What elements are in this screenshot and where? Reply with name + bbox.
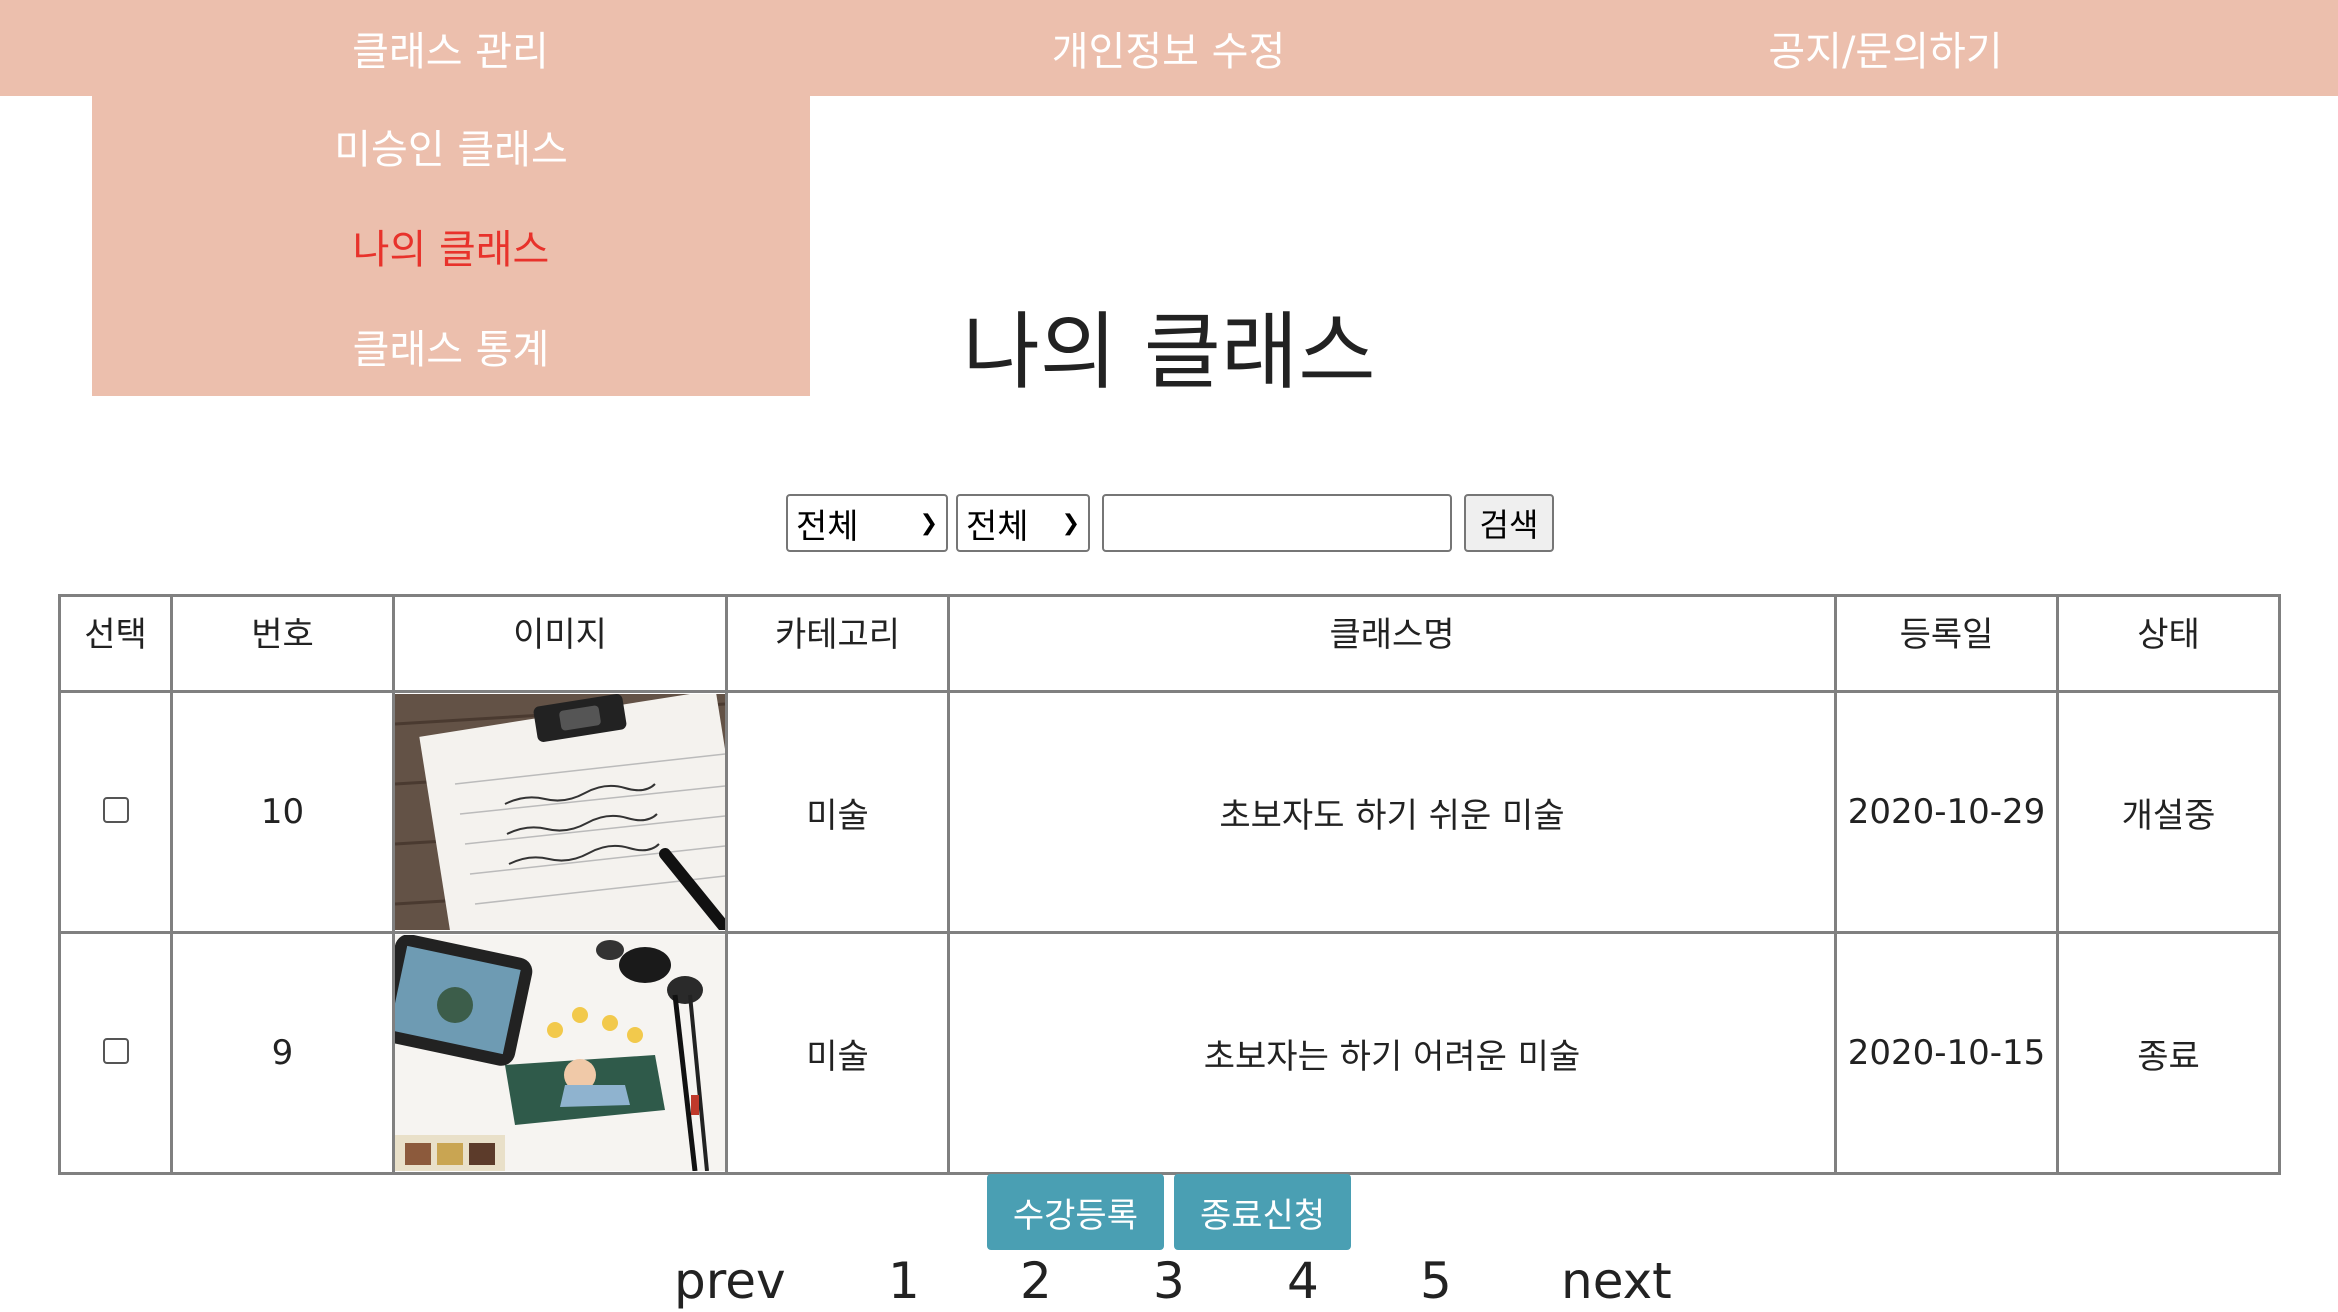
date-cell: 2020-10-15: [1834, 931, 2059, 1175]
search-input[interactable]: [1102, 494, 1452, 552]
table-header-row: 선택 번호 이미지 카테고리 클래스명 등록일 상태: [58, 594, 2281, 693]
header-image: 이미지: [392, 594, 728, 693]
class-name-cell: 초보자는 하기 어려운 미술: [947, 931, 1837, 1175]
pager-page-3[interactable]: 3: [1153, 1252, 1185, 1310]
category-cell: 미술: [725, 931, 950, 1175]
number-cell: 10: [170, 690, 395, 934]
pager-page-2[interactable]: 2: [1020, 1252, 1052, 1310]
filter-select-1[interactable]: 전체 ❯: [786, 494, 948, 552]
filter-select-1-value: 전체: [796, 506, 859, 547]
header-class-name: 클래스명: [947, 594, 1837, 693]
table-row: 9 미술 초보자는 하기 어려운 미술 2020-10-15 종료: [58, 931, 2281, 1175]
close-request-button[interactable]: 종료신청: [1174, 1174, 1352, 1250]
table-row: 10 미술 초보자도 하기 쉬운 미술 2020-10-29 개설중: [58, 690, 2281, 934]
header-status: 상태: [2056, 594, 2281, 693]
category-cell: 미술: [725, 690, 950, 934]
date-cell: 2020-10-29: [1834, 690, 2059, 934]
pager-page-4[interactable]: 4: [1287, 1252, 1319, 1310]
filter-select-2-value: 전체: [966, 506, 1029, 547]
filter-select-2[interactable]: 전체 ❯: [956, 494, 1090, 552]
menu-my-classes[interactable]: 나의 클래스: [92, 196, 810, 296]
pager-prev[interactable]: prev: [674, 1252, 786, 1310]
top-navbar: 클래스 관리 개인정보 수정 공지/문의하기: [0, 0, 2338, 96]
enroll-button[interactable]: 수강등록: [986, 1174, 1164, 1250]
page-title: 나의 클래스: [962, 303, 1376, 401]
pager-page-5[interactable]: 5: [1420, 1252, 1452, 1310]
image-cell: [392, 690, 728, 934]
class-thumbnail-watercolor[interactable]: [395, 935, 725, 1171]
status-cell: 개설중: [2056, 690, 2281, 934]
number-cell: 9: [170, 931, 395, 1175]
chevron-down-icon: ❯: [1061, 510, 1080, 536]
row-checkbox[interactable]: [102, 1038, 129, 1064]
search-button[interactable]: 검색: [1464, 494, 1554, 552]
header-date: 등록일: [1834, 594, 2059, 693]
status-cell: 종료: [2056, 931, 2281, 1175]
chevron-down-icon: ❯: [919, 510, 938, 536]
class-name-cell: 초보자도 하기 쉬운 미술: [947, 690, 1837, 934]
select-cell: [58, 690, 173, 934]
action-buttons: 수강등록 종료신청: [0, 1174, 2338, 1250]
nav-notice-inquiry[interactable]: 공지/문의하기: [1527, 0, 2244, 96]
row-checkbox[interactable]: [102, 797, 129, 823]
class-thumbnail-calligraphy[interactable]: [395, 694, 725, 930]
nav-edit-profile[interactable]: 개인정보 수정: [810, 0, 1527, 96]
search-bar: 전체 ❯ 전체 ❯ 검색: [786, 493, 1554, 553]
class-table: 선택 번호 이미지 카테고리 클래스명 등록일 상태 10 미술 초보자도 하기…: [58, 594, 2281, 1175]
pager-next[interactable]: next: [1561, 1252, 1672, 1310]
pagination: prev 1 2 3 4 5 next: [0, 1252, 2338, 1312]
header-number: 번호: [170, 594, 395, 693]
nav-class-management[interactable]: 클래스 관리: [92, 0, 809, 96]
header-select: 선택: [58, 594, 173, 693]
header-category: 카테고리: [725, 594, 950, 693]
select-cell: [58, 931, 173, 1175]
image-cell: [392, 931, 728, 1175]
menu-unapproved-classes[interactable]: 미승인 클래스: [92, 96, 810, 196]
pager-page-1[interactable]: 1: [888, 1252, 920, 1310]
